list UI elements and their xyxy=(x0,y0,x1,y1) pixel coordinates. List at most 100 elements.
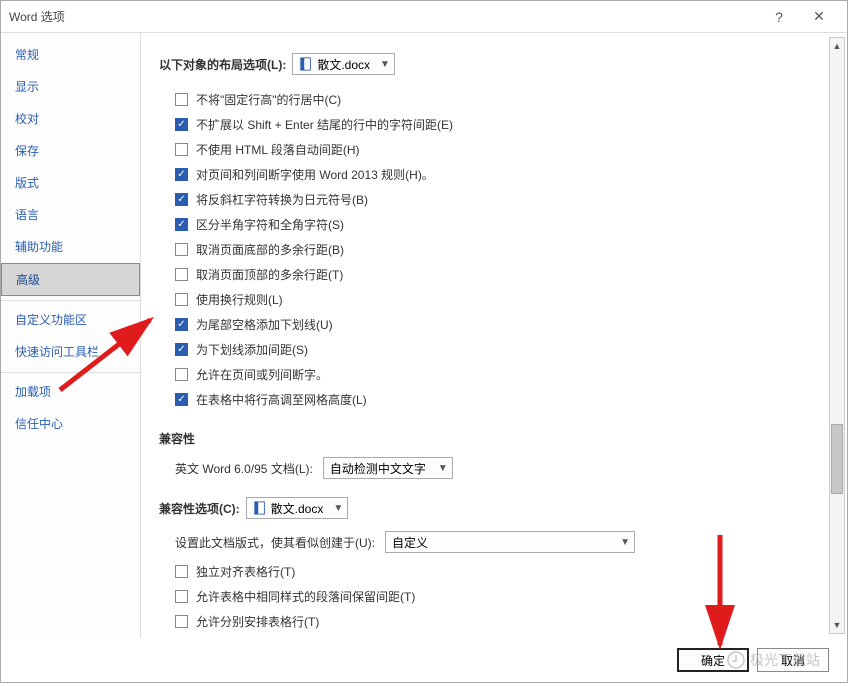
sidebar-item-quick-access[interactable]: 快速访问工具栏 xyxy=(1,336,140,368)
checkbox[interactable] xyxy=(175,318,188,331)
sidebar-label: 信任中心 xyxy=(15,417,63,431)
checkbox-row[interactable]: 使用换行规则(L) xyxy=(175,287,817,312)
layout-checkbox-list: 不将"固定行高"的行居中(C) 不扩展以 Shift + Enter 结尾的行中… xyxy=(175,87,817,412)
checkbox-label: 不扩展以 Shift + Enter 结尾的行中的字符间距(E) xyxy=(196,116,453,133)
checkbox-row[interactable]: 在表格中将行高调至网格高度(L) xyxy=(175,387,817,412)
checkbox-row[interactable]: 为尾部空格添加下划线(U) xyxy=(175,312,817,337)
checkbox-row[interactable]: 不扩展以 Shift + Enter 结尾的行中的字符间距(E) xyxy=(175,112,817,137)
sidebar-item-display[interactable]: 显示 xyxy=(1,71,140,103)
chevron-down-icon: ▼ xyxy=(438,463,448,474)
checkbox-label: 为尾部空格添加下划线(U) xyxy=(196,316,333,333)
checkbox-row[interactable]: 将反斜杠字符转换为日元符号(B) xyxy=(175,187,817,212)
checkbox-label: 允许分别安排表格行(T) xyxy=(196,613,319,630)
checkbox[interactable] xyxy=(175,615,188,628)
checkbox-row[interactable]: 对页间和列间断字使用 Word 2013 规则(H)。 xyxy=(175,162,817,187)
titlebar: Word 选项 ? ✕ xyxy=(1,1,847,33)
checkbox-label: 区分半角字符和全角字符(S) xyxy=(196,216,344,233)
layout-options-label: 以下对象的布局选项(L): xyxy=(159,56,286,73)
close-button[interactable]: ✕ xyxy=(799,3,839,31)
chevron-down-icon: ▼ xyxy=(620,537,630,548)
version-label: 设置此文档版式，使其看似创建于(U): xyxy=(175,534,375,551)
checkbox-label: 对页间和列间断字使用 Word 2013 规则(H)。 xyxy=(196,166,434,183)
chevron-down-icon: ▼ xyxy=(380,59,390,70)
sidebar: 常规 显示 校对 保存 版式 语言 辅助功能 高级 自定义功能区 快速访问工具栏… xyxy=(1,33,141,638)
checkbox-label: 允许在页间或列间断字。 xyxy=(196,366,328,383)
sidebar-item-layout[interactable]: 版式 xyxy=(1,167,140,199)
sidebar-label: 版式 xyxy=(15,176,39,190)
sidebar-label: 加载项 xyxy=(15,385,51,399)
checkbox-label: 在表格中将行高调至网格高度(L) xyxy=(196,391,367,408)
checkbox-label: 为下划线添加间距(S) xyxy=(196,341,308,358)
dropdown-text: 散文.docx xyxy=(271,500,324,517)
sidebar-item-customize-ribbon[interactable]: 自定义功能区 xyxy=(1,300,140,336)
sidebar-label: 常规 xyxy=(15,48,39,62)
checkbox-label: 将反斜杠字符转换为日元符号(B) xyxy=(196,191,368,208)
document-icon xyxy=(299,57,313,71)
window-title: Word 选项 xyxy=(9,8,759,25)
checkbox-row[interactable]: 取消页面底部的多余行距(B) xyxy=(175,237,817,262)
checkbox-row[interactable]: 独立对齐表格行(T) xyxy=(175,559,817,584)
checkbox[interactable] xyxy=(175,193,188,206)
sidebar-item-save[interactable]: 保存 xyxy=(1,135,140,167)
sidebar-item-advanced[interactable]: 高级 xyxy=(1,263,140,296)
english-word-label: 英文 Word 6.0/95 文档(L): xyxy=(175,460,313,477)
checkbox-row[interactable]: 不使用 HTML 段落自动间距(H) xyxy=(175,137,817,162)
checkbox-label: 取消页面顶部的多余行距(T) xyxy=(196,266,343,283)
sidebar-item-addins[interactable]: 加载项 xyxy=(1,372,140,408)
sidebar-item-trust-center[interactable]: 信任中心 xyxy=(1,408,140,440)
document-icon xyxy=(253,501,267,515)
sidebar-item-accessibility[interactable]: 辅助功能 xyxy=(1,231,140,263)
checkbox[interactable] xyxy=(175,343,188,356)
checkbox[interactable] xyxy=(175,368,188,381)
dialog-footer: 确定 取消 xyxy=(1,638,847,682)
checkbox[interactable] xyxy=(175,293,188,306)
checkbox-label: 不将"固定行高"的行居中(C) xyxy=(196,91,341,108)
checkbox[interactable] xyxy=(175,168,188,181)
checkbox-label: 取消页面底部的多余行距(B) xyxy=(196,241,344,258)
compat-option-label: 兼容性选项(C): xyxy=(159,500,240,517)
checkbox-row[interactable]: 为下划线添加间距(S) xyxy=(175,337,817,362)
sidebar-label: 快速访问工具栏 xyxy=(15,345,99,359)
checkbox-label: 独立对齐表格行(T) xyxy=(196,563,295,580)
checkbox[interactable] xyxy=(175,393,188,406)
version-dropdown[interactable]: 自定义 ▼ xyxy=(385,531,635,553)
checkbox[interactable] xyxy=(175,268,188,281)
dropdown-text: 散文.docx xyxy=(317,56,370,73)
sidebar-item-language[interactable]: 语言 xyxy=(1,199,140,231)
compat-doc-dropdown[interactable]: 散文.docx ▼ xyxy=(246,497,349,519)
button-label: 确定 xyxy=(701,652,725,669)
english-word-dropdown[interactable]: 自动检测中文文字 ▼ xyxy=(323,457,453,479)
checkbox-row[interactable]: 允许表格中相同样式的段落间保留间距(T) xyxy=(175,584,817,609)
checkbox[interactable] xyxy=(175,118,188,131)
checkbox[interactable] xyxy=(175,218,188,231)
button-label: 取消 xyxy=(781,652,805,669)
checkbox-row[interactable]: 不将"固定行高"的行居中(C) xyxy=(175,87,817,112)
scroll-up-icon[interactable]: ▲ xyxy=(830,38,844,54)
compat-heading: 兼容性 xyxy=(159,430,817,447)
sidebar-item-proofing[interactable]: 校对 xyxy=(1,103,140,135)
checkbox-row[interactable]: 允许在页间或列间断字。 xyxy=(175,362,817,387)
scroll-thumb[interactable] xyxy=(831,424,843,494)
layout-doc-dropdown[interactable]: 散文.docx ▼ xyxy=(292,53,395,75)
checkbox[interactable] xyxy=(175,590,188,603)
cancel-button[interactable]: 取消 xyxy=(757,648,829,672)
checkbox[interactable] xyxy=(175,565,188,578)
scroll-down-icon[interactable]: ▼ xyxy=(830,617,844,633)
checkbox[interactable] xyxy=(175,93,188,106)
checkbox-row[interactable]: 区分半角字符和全角字符(S) xyxy=(175,212,817,237)
sidebar-label: 自定义功能区 xyxy=(15,313,87,327)
sidebar-item-general[interactable]: 常规 xyxy=(1,39,140,71)
checkbox[interactable] xyxy=(175,243,188,256)
vertical-scrollbar[interactable]: ▲ ▼ xyxy=(829,37,845,634)
help-button[interactable]: ? xyxy=(759,3,799,31)
sidebar-label: 保存 xyxy=(15,144,39,158)
ok-button[interactable]: 确定 xyxy=(677,648,749,672)
checkbox-row[interactable]: 允许分别安排表格行(T) xyxy=(175,609,817,634)
checkbox-label: 不使用 HTML 段落自动间距(H) xyxy=(196,141,360,158)
sidebar-label: 高级 xyxy=(16,273,40,287)
scroll-track[interactable] xyxy=(830,54,844,617)
checkbox-label: 使用换行规则(L) xyxy=(196,291,283,308)
checkbox-row[interactable]: 取消页面顶部的多余行距(T) xyxy=(175,262,817,287)
checkbox[interactable] xyxy=(175,143,188,156)
checkbox-label: 允许表格中相同样式的段落间保留间距(T) xyxy=(196,588,415,605)
